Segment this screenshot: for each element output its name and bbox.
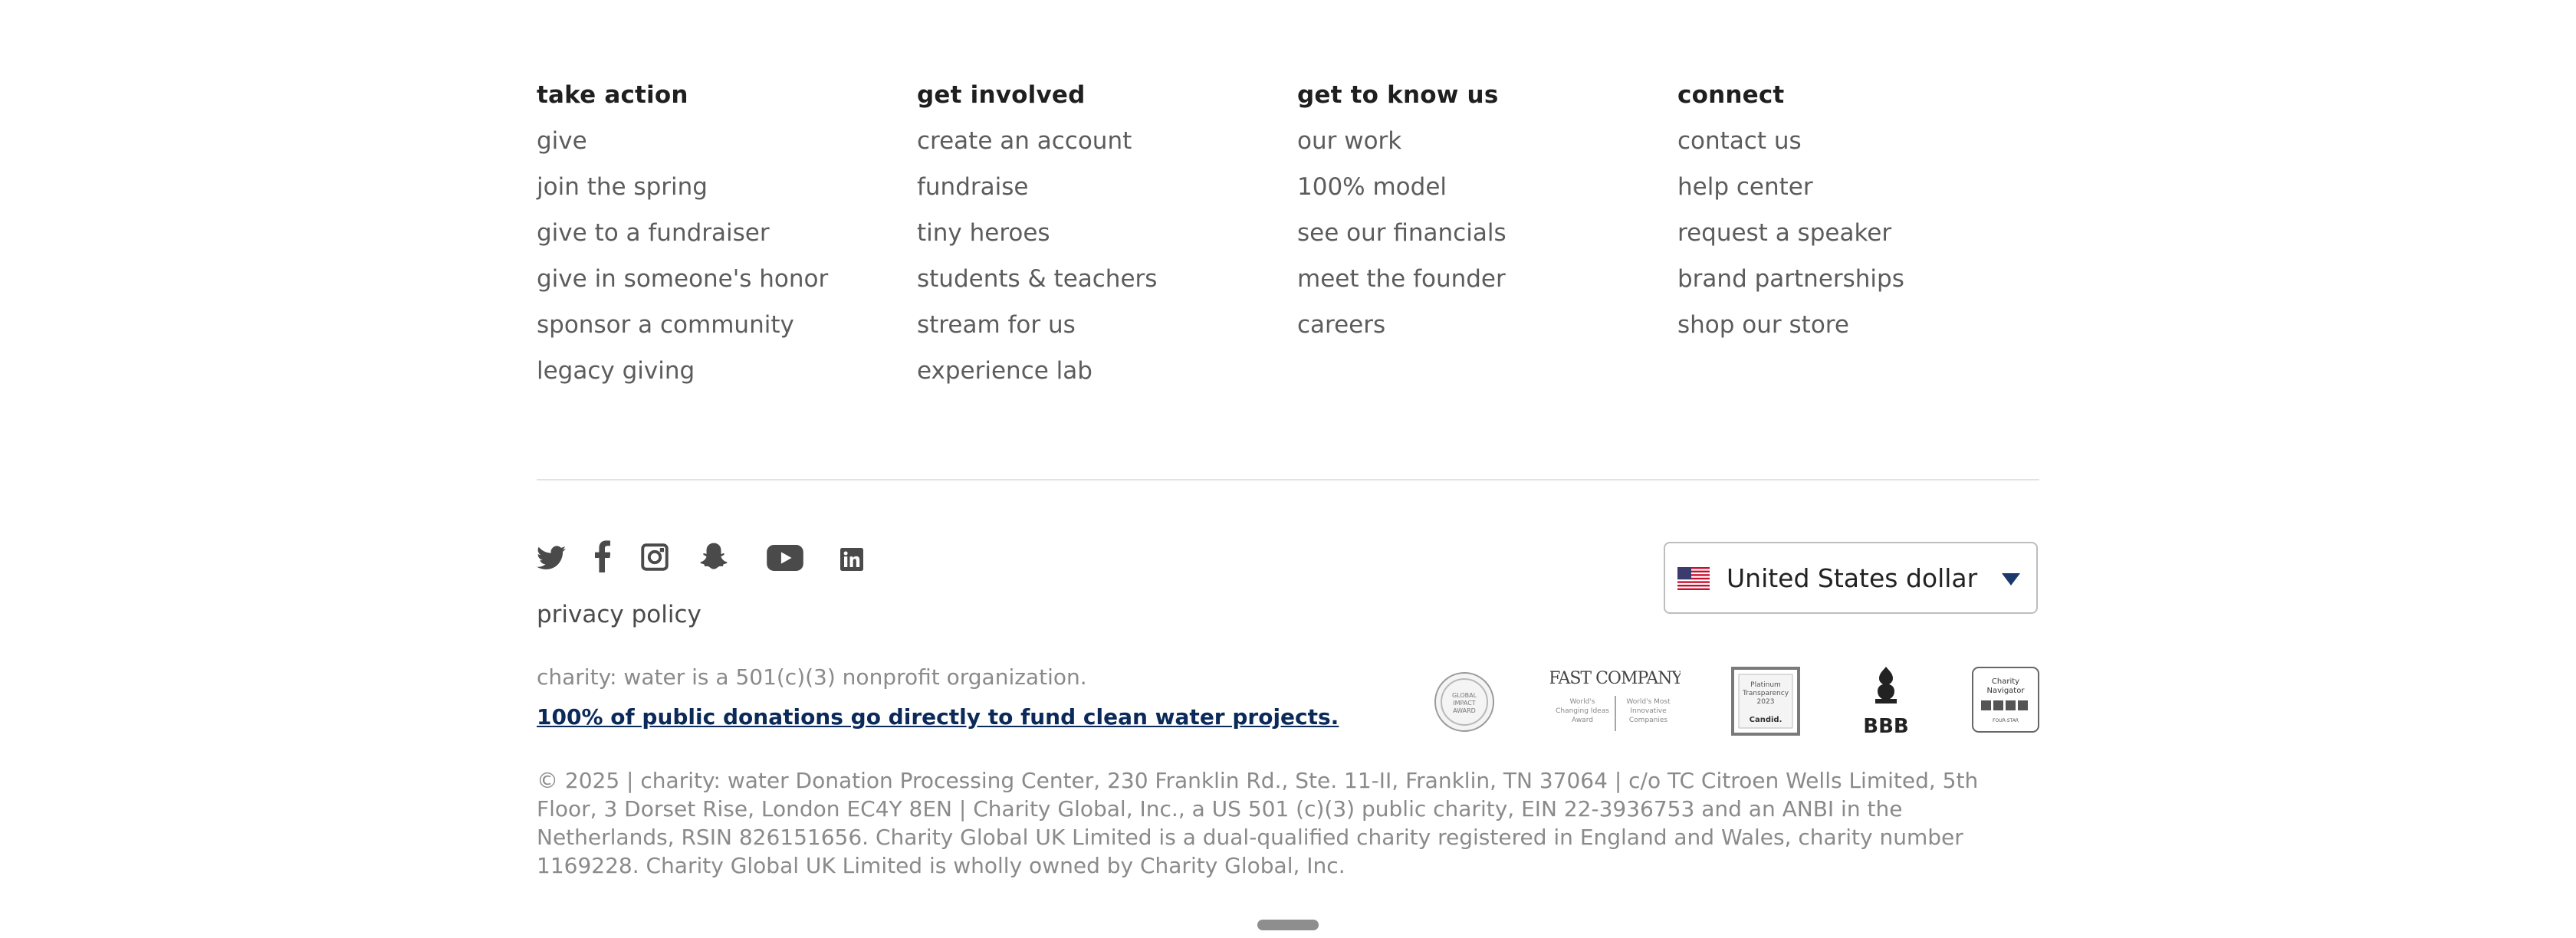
footer-link-careers[interactable]: careers	[1297, 310, 1665, 340]
footer-link-our-work[interactable]: our work	[1297, 126, 1665, 156]
footer-link-brand-partnerships[interactable]: brand partnerships	[1677, 264, 2045, 294]
footer-link-join-the-spring[interactable]: join the spring	[537, 172, 905, 202]
badge-line: Navigator	[1987, 687, 2026, 695]
caption-line: World's Most	[1626, 698, 1671, 706]
facebook-icon[interactable]	[594, 540, 611, 576]
caption-line: World's	[1570, 698, 1595, 706]
footer-link-legacy-giving[interactable]: legacy giving	[537, 356, 905, 386]
rating-text: FOUR-STAR	[1993, 718, 2019, 723]
badge-line: Charity	[1992, 677, 2019, 686]
badge-line-3: AWARD	[1453, 707, 1476, 714]
footer-link-experience-lab[interactable]: experience lab	[917, 356, 1285, 386]
caption-line: Changing Ideas	[1556, 707, 1609, 715]
candid-brand: Candid.	[1750, 716, 1783, 724]
footer-link-give-in-honor[interactable]: give in someone's honor	[537, 264, 905, 294]
candid-transparency-badge[interactable]: Platinum Transparency 2023 Candid.	[1731, 667, 1800, 736]
global-impact-award-badge[interactable]: GLOBAL IMPACT AWARD	[1434, 671, 1495, 733]
bbb-badge[interactable]: BBB	[1863, 665, 1909, 738]
footer-link-give[interactable]: give	[537, 126, 905, 156]
fast-company-badge[interactable]: FAST COMPANY World's Changing Ideas Awar…	[1549, 665, 1684, 736]
footer-link-stream-for-us[interactable]: stream for us	[917, 310, 1285, 340]
badge-line-1: GLOBAL	[1452, 692, 1477, 699]
charity-navigator-badge[interactable]: Charity Navigator FOUR-STAR	[1972, 667, 2039, 733]
footer-link-100-model[interactable]: 100% model	[1297, 172, 1665, 202]
us-flag-icon	[1677, 567, 1710, 593]
footer-column-connect: connect contact us help center request a…	[1677, 80, 2045, 340]
badge-line: 2023	[1757, 698, 1775, 706]
footer-link-sponsor-community[interactable]: sponsor a community	[537, 310, 905, 340]
column-heading: get involved	[917, 81, 1086, 109]
chevron-down-icon	[2001, 572, 2021, 589]
bbb-label: BBB	[1863, 715, 1908, 736]
privacy-policy-link[interactable]: privacy policy	[537, 599, 702, 630]
currency-select[interactable]: United States dollar	[1664, 542, 2038, 614]
footer-column-take-action: take action give join the spring give to…	[537, 80, 905, 386]
footer-column-get-to-know-us: get to know us our work 100% model see o…	[1297, 80, 1665, 340]
footer-link-shop-store[interactable]: shop our store	[1677, 310, 2045, 340]
footer-link-meet-founder[interactable]: meet the founder	[1297, 264, 1665, 294]
fast-company-logo: FAST COMPANY	[1550, 669, 1681, 688]
footer-divider	[537, 479, 2039, 480]
footer-link-financials[interactable]: see our financials	[1297, 218, 1665, 248]
award-badges: GLOBAL IMPACT AWARD FAST COMPANY World's…	[1434, 665, 2039, 738]
badge-line-2: IMPACT	[1453, 700, 1475, 707]
scroll-handle[interactable]	[1257, 920, 1319, 930]
footer-link-create-account[interactable]: create an account	[917, 126, 1285, 156]
footer-link-fundraise[interactable]: fundraise	[917, 172, 1285, 202]
column-heading: connect	[1677, 81, 1785, 109]
footer-column-get-involved: get involved create an account fundraise…	[917, 80, 1285, 386]
caption-line: Award	[1572, 717, 1593, 724]
column-heading: get to know us	[1297, 81, 1499, 109]
footer-link-columns: take action give join the spring give to…	[537, 80, 2039, 402]
badge-line: Platinum	[1750, 681, 1781, 689]
legal-copyright-text: © 2025 | charity: water Donation Process…	[537, 768, 1979, 878]
youtube-icon[interactable]	[767, 545, 803, 574]
instagram-icon[interactable]	[641, 543, 669, 574]
footer-link-students-teachers[interactable]: students & teachers	[917, 264, 1285, 294]
donations-link[interactable]: 100% of public donations go directly to …	[537, 704, 1339, 731]
footer-link-give-to-fundraiser[interactable]: give to a fundraiser	[537, 218, 905, 248]
caption-line: Companies	[1629, 717, 1668, 724]
footer-link-help-center[interactable]: help center	[1677, 172, 2045, 202]
twitter-icon[interactable]	[537, 546, 566, 573]
footer-link-contact-us[interactable]: contact us	[1677, 126, 2045, 156]
currency-selected-value: United States dollar	[1727, 563, 1978, 593]
badge-line: Transparency	[1742, 690, 1789, 697]
footer-link-tiny-heroes[interactable]: tiny heroes	[917, 218, 1285, 248]
snapchat-icon[interactable]	[699, 542, 728, 574]
nonprofit-statement: charity: water is a 501(c)(3) nonprofit …	[537, 664, 1087, 690]
linkedin-icon[interactable]	[840, 548, 863, 574]
caption-line: Innovative	[1630, 707, 1667, 715]
column-heading: take action	[537, 81, 688, 109]
footer-link-request-speaker[interactable]: request a speaker	[1677, 218, 2045, 248]
